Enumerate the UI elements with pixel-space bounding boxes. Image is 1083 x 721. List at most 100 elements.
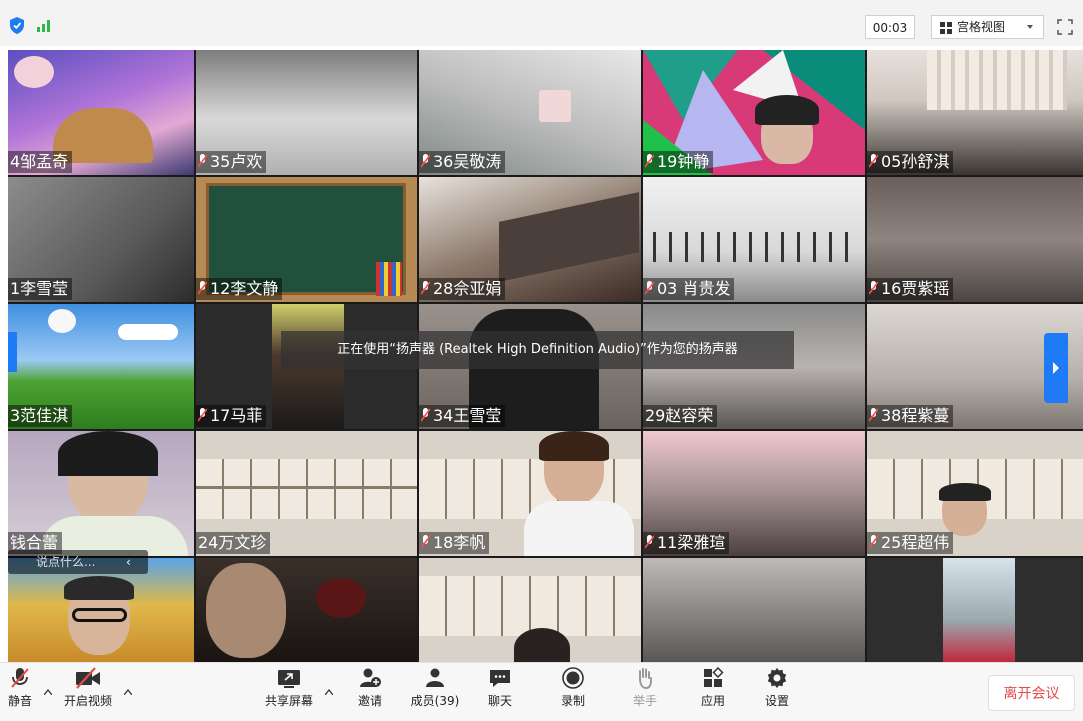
video-tile[interactable]: 4邹孟奇: [8, 50, 194, 175]
mic-muted-icon: [869, 154, 878, 168]
bottom-toolbar: 静音 开启视频 共享屏幕 邀请 成员(39) 聊天 录制 举手 应用 设置 离开…: [0, 662, 1083, 721]
fullscreen-icon[interactable]: [1057, 19, 1073, 35]
top-bar: 00:03 宫格视图: [0, 0, 1083, 46]
participant-name: 38程紫蔓: [867, 405, 954, 427]
members-icon: [426, 668, 444, 687]
video-tile[interactable]: [419, 558, 641, 662]
participant-name: 18李帆: [419, 532, 490, 554]
apps-button[interactable]: 应用: [693, 667, 733, 709]
participant-name: 25程超伟: [867, 532, 954, 554]
settings-label: 设置: [764, 694, 789, 708]
video-tile[interactable]: 05孙舒淇: [867, 50, 1083, 175]
members-button[interactable]: 成员(39): [405, 667, 465, 709]
mic-muted-icon: [421, 535, 430, 549]
video-tile[interactable]: [196, 558, 417, 662]
raise-hand-label: 举手: [632, 694, 657, 708]
apps-label: 应用: [700, 694, 725, 708]
mic-muted-icon: [645, 154, 654, 168]
invite-button[interactable]: 邀请: [350, 667, 390, 709]
video-tile[interactable]: 28佘亚娟: [419, 177, 641, 302]
participant-name: 17马菲: [196, 405, 267, 427]
share-screen-label: 共享屏幕: [264, 694, 313, 708]
camera-off-icon: [76, 667, 100, 689]
participant-name: 05孙舒淇: [867, 151, 954, 173]
hand-icon: [639, 668, 652, 689]
video-tile[interactable]: 16贾紫瑶: [867, 177, 1083, 302]
record-label: 录制: [560, 694, 585, 708]
leave-meeting-button[interactable]: 离开会议: [988, 675, 1075, 711]
next-page-button[interactable]: [1044, 333, 1068, 403]
members-label: 成员(39): [410, 694, 460, 708]
chat-icon: [490, 670, 510, 687]
video-tile[interactable]: 35卢欢: [196, 50, 417, 175]
mic-muted-icon: [198, 154, 207, 168]
gear-icon: [767, 668, 787, 688]
participant-name: 34王雪莹: [419, 405, 506, 427]
video-tile[interactable]: 钱合蕾: [8, 431, 194, 556]
share-screen-button[interactable]: 共享屏幕: [258, 667, 320, 709]
start-video-button[interactable]: 开启视频: [58, 667, 118, 709]
participant-name: 29赵容荣: [643, 405, 718, 427]
video-tile[interactable]: 3范佳淇: [8, 304, 194, 429]
participant-name: 11梁雅瑄: [643, 532, 730, 554]
participant-name: 35卢欢: [196, 151, 267, 173]
chevron-down-icon: [1027, 25, 1033, 29]
start-video-label: 开启视频: [63, 694, 112, 708]
chevron-left-icon[interactable]: ‹: [126, 550, 131, 574]
share-screen-icon: [278, 670, 300, 688]
video-tile[interactable]: 24万文珍: [196, 431, 417, 556]
apps-icon: [704, 667, 724, 687]
video-grid: 4邹孟奇 35卢欢 36吴敬涛 19钟静 05孙舒淇 1李雪莹 12李文静 28…: [8, 50, 1083, 662]
participant-name: 1李雪莹: [8, 278, 73, 300]
participant-name: 3范佳淇: [8, 405, 73, 427]
participant-name: 28佘亚娟: [419, 278, 506, 300]
video-tile[interactable]: 03 肖贵发: [643, 177, 865, 302]
chevron-up-icon[interactable]: [44, 689, 52, 695]
video-tile[interactable]: 25程超伟: [867, 431, 1083, 556]
invite-label: 邀请: [357, 694, 382, 708]
chevron-up-icon[interactable]: [124, 689, 132, 695]
microphone-icon: [11, 668, 29, 688]
video-tile[interactable]: [643, 558, 865, 662]
shield-icon[interactable]: [9, 17, 25, 34]
settings-button[interactable]: 设置: [757, 667, 797, 709]
raise-hand-button[interactable]: 举手: [625, 667, 665, 709]
speaker-notification: 正在使用“扬声器 (Realtek High Definition Audio)…: [281, 331, 794, 369]
video-tile[interactable]: 18李帆: [419, 431, 641, 556]
add-person-icon: [360, 668, 381, 687]
participant-name: 24万文珍: [196, 532, 271, 554]
record-button[interactable]: 录制: [553, 667, 593, 709]
participant-name: 12李文静: [196, 278, 283, 300]
video-tile[interactable]: 36吴敬涛: [419, 50, 641, 175]
mic-muted-icon: [869, 281, 878, 295]
video-tile[interactable]: 11梁雅瑄: [643, 431, 865, 556]
participant-name: 03 肖贵发: [643, 278, 735, 300]
mic-muted-icon: [421, 281, 430, 295]
chat-label: 聊天: [487, 694, 512, 708]
participant-name: 19钟静: [643, 151, 714, 173]
participant-name: 16贾紫瑶: [867, 278, 954, 300]
mic-muted-icon: [198, 408, 207, 422]
record-icon: [562, 667, 584, 689]
video-tile[interactable]: 12李文静: [196, 177, 417, 302]
view-mode-button[interactable]: 宫格视图: [931, 15, 1044, 39]
network-signal-icon[interactable]: [37, 18, 53, 32]
mute-label: 静音: [7, 694, 32, 708]
video-tile[interactable]: [867, 558, 1083, 662]
chat-placeholder: 说点什么...: [36, 555, 96, 569]
mic-muted-icon: [869, 535, 878, 549]
meeting-timer: 00:03: [865, 15, 915, 39]
quick-chat-input[interactable]: 说点什么... ‹: [8, 550, 148, 574]
participant-name: 36吴敬涛: [419, 151, 506, 173]
mic-muted-icon: [869, 408, 878, 422]
chat-button[interactable]: 聊天: [480, 667, 520, 709]
mic-muted-icon: [421, 154, 430, 168]
chevron-up-icon[interactable]: [325, 689, 333, 695]
participant-name: 4邹孟奇: [8, 151, 73, 173]
video-tile[interactable]: 19钟静: [643, 50, 865, 175]
mute-button[interactable]: 静音: [0, 667, 40, 709]
video-tile[interactable]: 1李雪莹: [8, 177, 194, 302]
mic-muted-icon: [645, 281, 654, 295]
mic-muted-icon: [421, 408, 430, 422]
mic-muted-icon: [645, 535, 654, 549]
